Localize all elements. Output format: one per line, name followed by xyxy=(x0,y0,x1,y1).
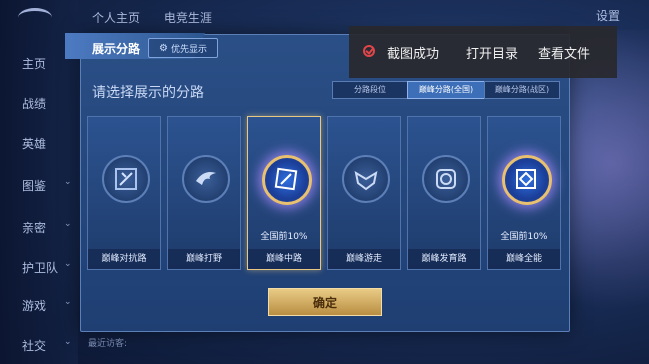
nav-item-record[interactable]: 战绩 xyxy=(22,95,46,112)
nav-item-games[interactable]: 游戏 ⌄ xyxy=(22,297,72,314)
tab-profile[interactable]: 个人主页 xyxy=(92,11,140,25)
panel-title: 展示分路 xyxy=(92,42,141,56)
chevron-down-icon: ⌄ xyxy=(64,219,72,229)
branch-card-label: 巅峰游走 xyxy=(328,249,400,269)
recent-visitors-label: 最近访客: xyxy=(88,339,128,349)
mid-lane-icon xyxy=(262,155,312,205)
rank-text: 全国前10% xyxy=(500,232,548,242)
priority-display-button[interactable]: ⚙ 优先显示 xyxy=(148,38,218,58)
toast-message: 截图成功 xyxy=(387,47,440,62)
tab-esports-career[interactable]: 电竞生涯 xyxy=(164,11,212,25)
view-file-button[interactable]: 查看文件 xyxy=(538,43,590,62)
game-logo xyxy=(18,8,52,27)
allround-icon xyxy=(502,155,552,205)
branch-card-mid[interactable]: 全国前10% 巅峰中路 xyxy=(247,116,321,270)
branch-card-jungle[interactable]: 巅峰打野 xyxy=(167,116,241,270)
top-lane-icon xyxy=(102,155,150,203)
nav-item-social[interactable]: 社交 ⌄ xyxy=(22,337,72,354)
top-tabs: 个人主页 电竞生涯 xyxy=(92,9,232,26)
branch-prompt: 请选择展示的分路 xyxy=(92,85,204,101)
segment-peak-zone[interactable]: 巅峰分路(战区) xyxy=(484,81,560,99)
confirm-button[interactable]: 确定 xyxy=(268,288,382,316)
chevron-down-icon: ⌄ xyxy=(64,297,72,307)
segment-peak-national[interactable]: 巅峰分路(全国) xyxy=(407,81,485,99)
nav-item-guard[interactable]: 护卫队 ⌄ xyxy=(22,259,72,276)
nav-item-intimacy[interactable]: 亲密 ⌄ xyxy=(22,219,72,236)
check-circle-icon xyxy=(363,45,375,57)
branch-card-label: 巅峰发育路 xyxy=(408,249,480,269)
branch-card-allround[interactable]: 全国前10% 巅峰全能 xyxy=(487,116,561,270)
branch-card-top[interactable]: 巅峰对抗路 xyxy=(87,116,161,270)
jungle-icon xyxy=(182,155,230,203)
nav-item-codex[interactable]: 图鉴 ⌄ xyxy=(22,177,72,194)
screenshot-toast: 截图成功 打开目录 查看文件 xyxy=(349,26,617,78)
open-directory-button[interactable]: 打开目录 xyxy=(466,43,518,62)
hero-artwork xyxy=(559,30,649,364)
chevron-down-icon: ⌄ xyxy=(64,337,72,347)
branch-card-adc[interactable]: 巅峰发育路 xyxy=(407,116,481,270)
nav-item-heroes[interactable]: 英雄 xyxy=(22,135,46,152)
branch-card-label: 巅峰中路 xyxy=(248,249,320,269)
rank-text: 全国前10% xyxy=(260,232,308,242)
gear-icon: ⚙ xyxy=(159,42,168,54)
roam-icon xyxy=(342,155,390,203)
chevron-down-icon: ⌄ xyxy=(64,177,72,187)
adc-lane-icon xyxy=(422,155,470,203)
branch-card-label: 巅峰打野 xyxy=(168,249,240,269)
segment-branch-rank[interactable]: 分路段位 xyxy=(332,81,408,99)
priority-label: 优先显示 xyxy=(170,44,207,55)
chevron-down-icon: ⌄ xyxy=(64,259,72,269)
branch-card-roam[interactable]: 巅峰游走 xyxy=(327,116,401,270)
branch-card-label: 巅峰全能 xyxy=(488,249,560,269)
settings-button[interactable]: 设置 xyxy=(596,7,620,24)
nav-item-home[interactable]: 主页 xyxy=(22,55,46,72)
branch-card-label: 巅峰对抗路 xyxy=(88,249,160,269)
